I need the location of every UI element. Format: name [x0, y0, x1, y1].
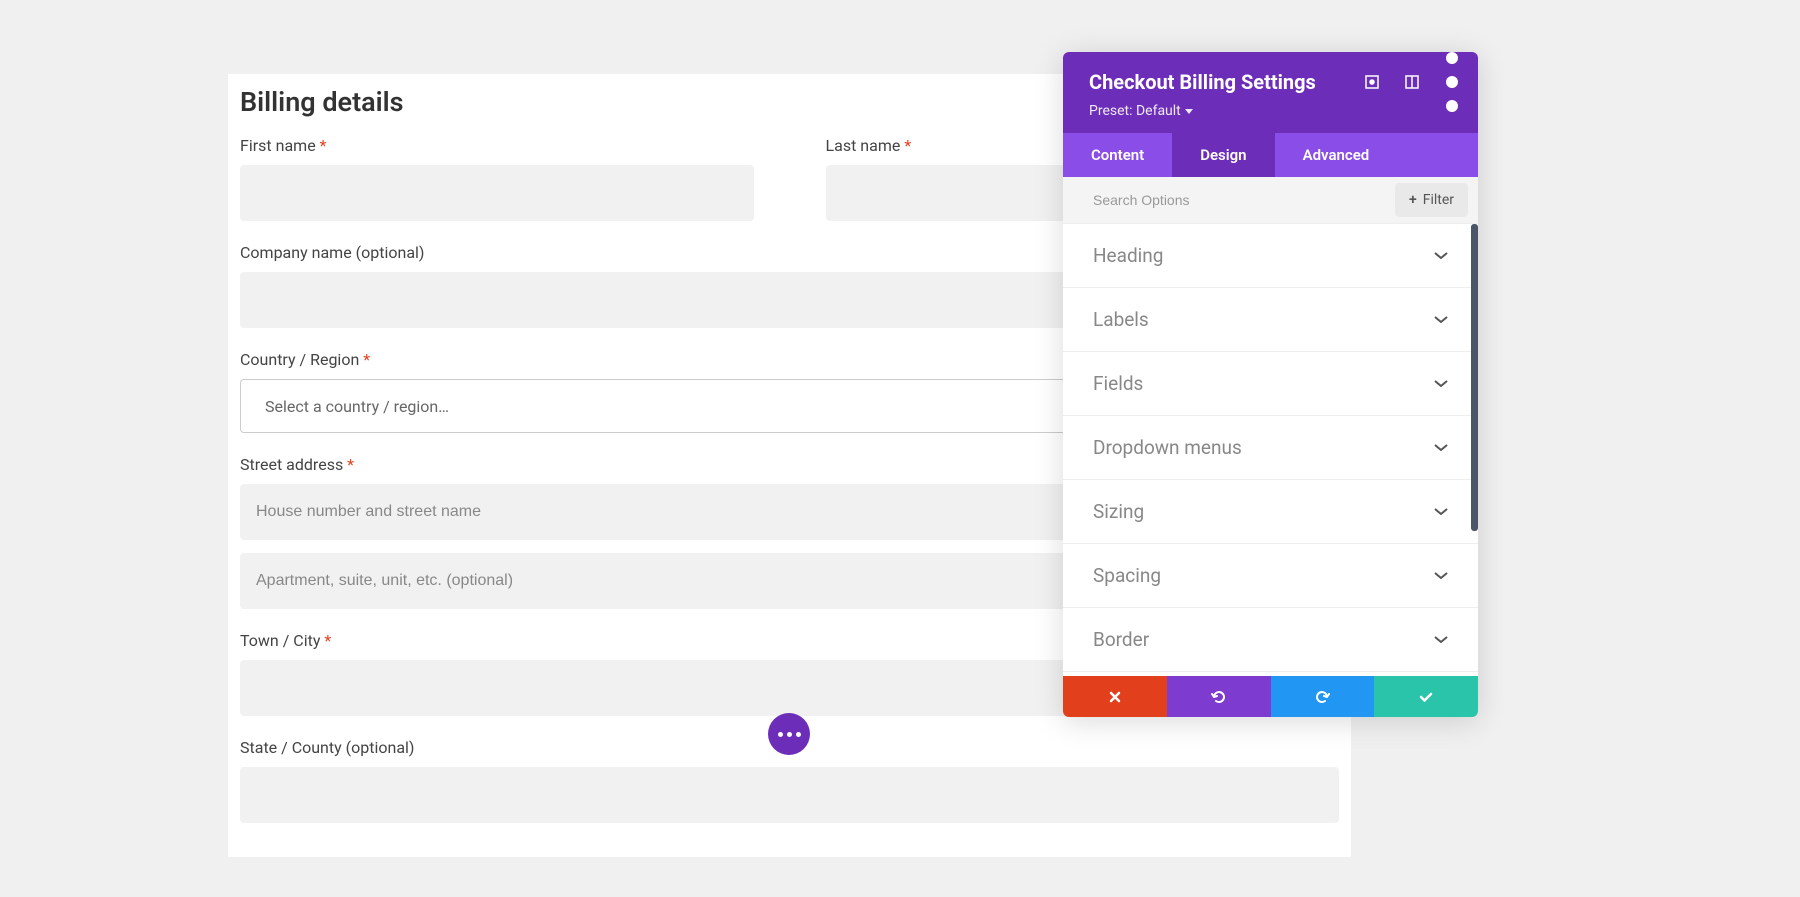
street-label-text: Street address — [240, 455, 343, 474]
columns-icon[interactable] — [1404, 74, 1420, 90]
filter-label: Filter — [1423, 192, 1454, 208]
caret-down-icon — [1185, 109, 1193, 114]
tab-advanced[interactable]: Advanced — [1275, 133, 1398, 177]
section-spacing[interactable]: Spacing — [1063, 544, 1478, 608]
header-icons — [1364, 74, 1460, 90]
first-name-input[interactable] — [240, 165, 754, 221]
section-label: Sizing — [1093, 500, 1144, 523]
search-input[interactable] — [1063, 178, 1395, 222]
section-label: Border — [1093, 628, 1149, 651]
required-star: * — [320, 136, 327, 155]
redo-button[interactable] — [1271, 676, 1375, 717]
dots-icon — [787, 732, 792, 737]
last-name-label-text: Last name — [826, 136, 901, 155]
scrollbar[interactable] — [1471, 224, 1478, 531]
dots-icon — [796, 732, 801, 737]
first-name-label-text: First name — [240, 136, 316, 155]
section-label: Fields — [1093, 372, 1143, 395]
section-label: Labels — [1093, 308, 1149, 331]
section-border[interactable]: Border — [1063, 608, 1478, 672]
preset-label: Preset: Default — [1089, 103, 1181, 119]
chevron-down-icon — [1434, 313, 1448, 327]
section-label: Spacing — [1093, 564, 1161, 587]
chevron-down-icon — [1434, 377, 1448, 391]
panel-footer — [1063, 676, 1478, 717]
required-star: * — [347, 455, 354, 474]
state-input[interactable] — [240, 767, 1339, 823]
chevron-down-icon — [1434, 569, 1448, 583]
floating-action-button[interactable] — [768, 713, 810, 755]
chevron-down-icon — [1434, 249, 1448, 263]
section-label: Heading — [1093, 244, 1163, 267]
panel-tabs: Content Design Advanced — [1063, 133, 1478, 177]
chevron-down-icon — [1434, 441, 1448, 455]
search-row: + Filter — [1063, 177, 1478, 224]
required-star: * — [904, 136, 911, 155]
first-name-label: First name * — [240, 136, 754, 155]
first-name-group: First name * — [240, 136, 754, 221]
section-heading[interactable]: Heading — [1063, 224, 1478, 288]
section-fields[interactable]: Fields — [1063, 352, 1478, 416]
section-sizing[interactable]: Sizing — [1063, 480, 1478, 544]
tab-design[interactable]: Design — [1172, 133, 1274, 177]
confirm-button[interactable] — [1374, 676, 1478, 717]
panel-header: Checkout Billing Settings Preset: Defaul… — [1063, 52, 1478, 133]
undo-button[interactable] — [1167, 676, 1271, 717]
more-icon[interactable] — [1444, 74, 1460, 90]
required-star: * — [363, 350, 370, 369]
filter-button[interactable]: + Filter — [1395, 183, 1468, 217]
chevron-down-icon — [1434, 505, 1448, 519]
dots-icon — [778, 732, 783, 737]
section-dropdown-menus[interactable]: Dropdown menus — [1063, 416, 1478, 480]
expand-icon[interactable] — [1364, 74, 1380, 90]
tab-content[interactable]: Content — [1063, 133, 1172, 177]
city-label-text: Town / City — [240, 631, 320, 650]
plus-icon: + — [1409, 192, 1417, 208]
settings-panel: Checkout Billing Settings Preset: Defaul… — [1063, 52, 1478, 717]
required-star: * — [324, 631, 331, 650]
country-placeholder: Select a country / region… — [265, 397, 449, 416]
sections-list: Heading Labels Fields Dropdown menus Siz… — [1063, 224, 1478, 676]
cancel-button[interactable] — [1063, 676, 1167, 717]
chevron-down-icon — [1434, 633, 1448, 647]
preset-dropdown[interactable]: Preset: Default — [1089, 103, 1193, 119]
country-label-text: Country / Region — [240, 350, 359, 369]
section-labels[interactable]: Labels — [1063, 288, 1478, 352]
section-label: Dropdown menus — [1093, 436, 1242, 459]
